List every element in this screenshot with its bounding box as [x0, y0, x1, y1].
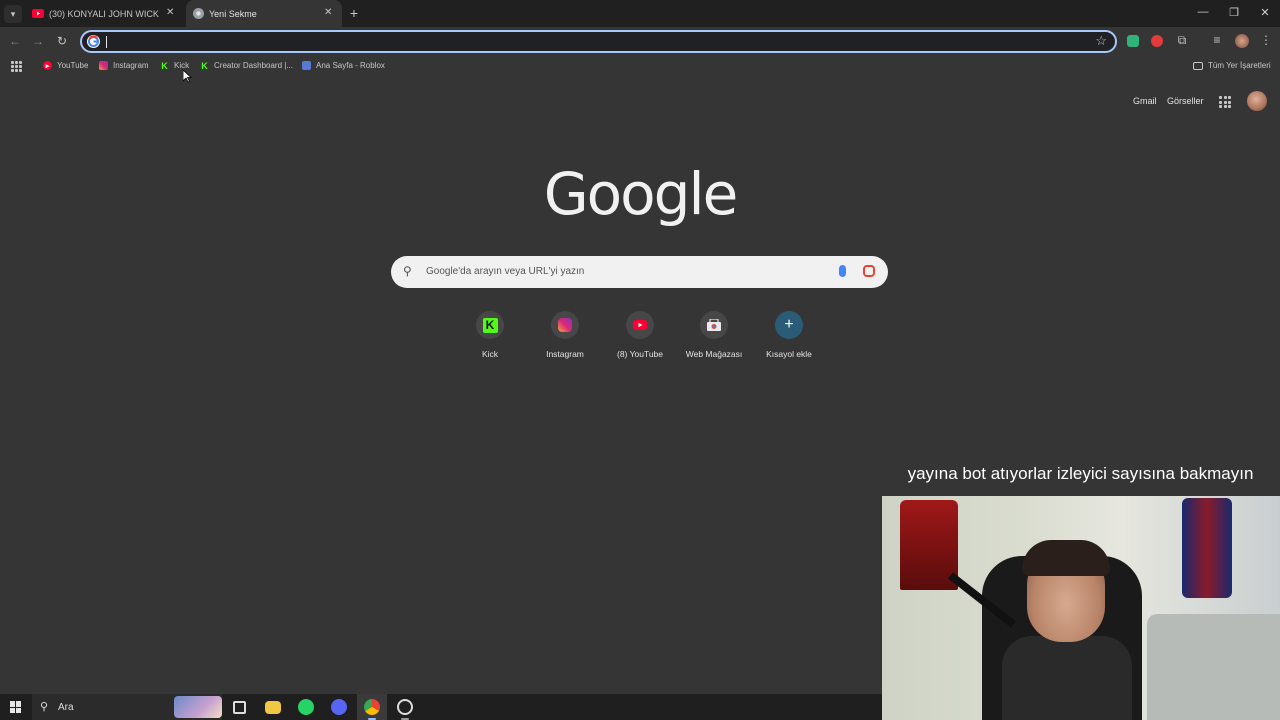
close-icon[interactable]: ✕	[324, 7, 332, 18]
taskbar: ⚲ Ara	[0, 694, 882, 720]
jersey-blue-red	[1182, 498, 1232, 598]
google-lens-icon[interactable]	[863, 265, 875, 277]
bookmark-instagram[interactable]: Instagram	[99, 61, 149, 70]
webcam-feed	[882, 496, 1280, 720]
menu-kebab-icon[interactable]: ⋮	[1259, 33, 1273, 47]
google-logo: Google	[543, 160, 739, 228]
whatsapp-icon[interactable]	[298, 699, 314, 715]
bookmark-label: Instagram	[113, 61, 149, 70]
shortcut-label: Instagram	[546, 349, 584, 359]
bookmark-label: YouTube	[57, 61, 89, 70]
microphone-icon[interactable]	[839, 265, 846, 277]
bookmark-label: Creator Dashboard |...	[214, 61, 294, 70]
bookmark-roblox[interactable]: Ana Sayfa - Roblox	[302, 61, 385, 70]
new-tab-button[interactable]: +	[346, 5, 362, 21]
shortcut-label: Kick	[481, 349, 499, 359]
person-body	[1002, 636, 1132, 720]
shortcut-web-store[interactable]: Web Mağazası	[679, 311, 749, 359]
reload-icon: ↻	[56, 34, 68, 48]
tab-title: (30) KONYALI JOHN WICK EV Z	[49, 8, 161, 19]
shortcut-instagram[interactable]: Instagram	[530, 311, 600, 359]
forward-button[interactable]: →	[30, 34, 46, 48]
mouse-cursor-icon	[183, 70, 192, 83]
file-explorer-icon[interactable]	[265, 701, 281, 714]
instagram-icon	[99, 61, 108, 70]
folder-icon	[1193, 61, 1203, 70]
window-close-button[interactable]: ✕	[1258, 6, 1272, 19]
chevron-down-icon: ▾	[10, 8, 16, 19]
shortcut-youtube[interactable]: (8) YouTube	[605, 311, 675, 359]
bookmark-creator-dashboard[interactable]: K Creator Dashboard |...	[200, 60, 294, 71]
instagram-icon	[551, 311, 579, 339]
restore-button[interactable]: ❐	[1227, 6, 1241, 19]
extension-green-icon[interactable]	[1127, 35, 1139, 47]
youtube-icon: ▸	[43, 61, 52, 70]
all-bookmarks-button[interactable]: Tüm Yer İşaretleri	[1193, 61, 1271, 70]
shortcut-kick[interactable]: K Kick	[455, 311, 525, 359]
minimize-button[interactable]: —	[1196, 6, 1210, 18]
kick-icon: K	[161, 60, 168, 71]
address-bar[interactable]: ☆	[80, 30, 1117, 53]
toolbar: ← → ↻ ☆ ⧉ ≡ ⋮	[0, 27, 1280, 57]
bookmark-kick[interactable]: K Kick	[160, 60, 190, 71]
task-view-icon[interactable]	[233, 701, 246, 714]
shortcut-label: Web Mağazası	[685, 349, 743, 359]
gmail-link[interactable]: Gmail	[1133, 96, 1157, 106]
search-icon: ⚲	[40, 701, 49, 713]
search-highlight-art	[174, 696, 222, 718]
arrow-right-icon: →	[32, 34, 44, 48]
youtube-icon	[626, 311, 654, 339]
arrow-left-icon: ←	[9, 34, 21, 48]
bookmarks-bar: ▸ YouTube Instagram K Kick K Creator Das…	[0, 57, 1280, 77]
search-box[interactable]: ⚲ Google'da arayın veya URL'yi yazın	[391, 256, 888, 288]
tab-youtube[interactable]: (30) KONYALI JOHN WICK EV Z ✕	[26, 0, 184, 27]
reload-button[interactable]: ↻	[54, 34, 70, 48]
discord-icon[interactable]	[331, 699, 347, 715]
bookmark-youtube[interactable]: ▸ YouTube	[43, 61, 88, 70]
apps-grid-icon[interactable]	[11, 61, 22, 72]
tab-search-button[interactable]: ▾	[4, 5, 22, 23]
kick-icon: K	[476, 311, 504, 339]
close-icon[interactable]: ✕	[166, 7, 174, 18]
plus-icon: +	[349, 5, 359, 21]
extension-red-icon[interactable]	[1151, 35, 1163, 47]
tab-strip: ▾ (30) KONYALI JOHN WICK EV Z ✕ Yeni Sek…	[0, 0, 1280, 27]
youtube-icon	[32, 8, 44, 20]
google-apps-icon[interactable]	[1219, 96, 1231, 108]
roblox-icon	[302, 61, 311, 70]
tab-new-tab[interactable]: Yeni Sekme ✕	[186, 0, 342, 27]
text-cursor	[106, 36, 107, 48]
stream-overlay-caption: yayına bot atıyorlar izleyici sayısına b…	[907, 464, 1254, 483]
kick-icon: K	[201, 60, 208, 71]
windows-start-icon[interactable]	[10, 701, 22, 713]
obs-icon[interactable]	[397, 699, 413, 715]
bookmark-label: Ana Sayfa - Roblox	[316, 61, 385, 70]
bookmark-label: Kick	[174, 61, 190, 70]
chrome-icon	[192, 8, 204, 20]
taskbar-search[interactable]: ⚲ Ara	[32, 694, 222, 720]
account-avatar[interactable]	[1247, 91, 1267, 111]
extensions-puzzle-icon[interactable]: ⧉	[1175, 33, 1189, 48]
shortcut-label: (8) YouTube	[617, 349, 663, 359]
search-icon: ⚲	[403, 264, 412, 278]
bookmark-star-icon[interactable]: ☆	[1095, 33, 1107, 49]
shortcut-label: Kısayol ekle	[766, 349, 812, 359]
profile-avatar[interactable]	[1235, 34, 1249, 48]
taskbar-search-label: Ara	[58, 702, 74, 713]
google-icon	[87, 35, 100, 48]
media-controls-icon[interactable]: ≡	[1210, 33, 1224, 47]
all-bookmarks-label: Tüm Yer İşaretleri	[1208, 61, 1271, 70]
search-placeholder: Google'da arayın veya URL'yi yazın	[426, 266, 585, 277]
back-button[interactable]: ←	[7, 34, 23, 48]
chrome-icon[interactable]	[364, 699, 380, 715]
web-store-icon	[700, 311, 728, 339]
plus-icon: +	[775, 311, 803, 339]
tab-title: Yeni Sekme	[209, 8, 257, 19]
add-shortcut-button[interactable]: + Kısayol ekle	[754, 311, 824, 359]
couch	[1147, 614, 1280, 720]
images-link[interactable]: Görseller	[1167, 96, 1204, 106]
person-hair	[1022, 540, 1110, 576]
